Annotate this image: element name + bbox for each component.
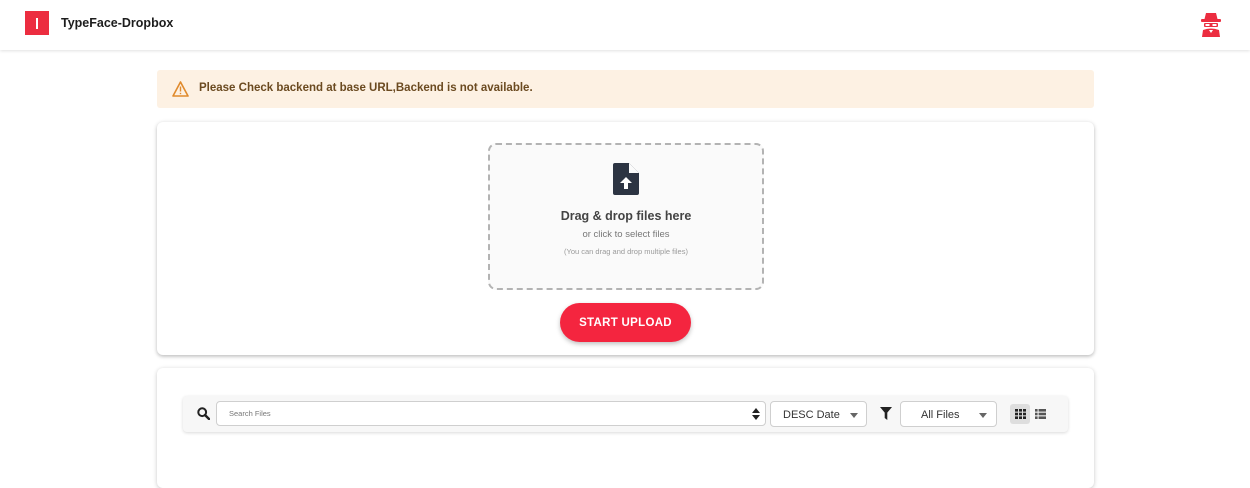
file-type-select-value: All Files xyxy=(921,409,960,421)
alert-message: Please Check backend at base URL,Backend… xyxy=(199,82,533,94)
files-card: DESC Date All Files xyxy=(157,368,1094,488)
file-dropzone[interactable]: Drag & drop files here or click to selec… xyxy=(488,143,764,290)
chevron-down-icon xyxy=(979,413,987,418)
logo-mark xyxy=(36,17,38,29)
dropzone-title: Drag & drop files here xyxy=(560,209,692,223)
grid-view-button[interactable] xyxy=(1010,404,1030,424)
sort-icon[interactable] xyxy=(752,408,760,420)
list-view-button[interactable] xyxy=(1030,404,1050,424)
start-upload-button[interactable]: START UPLOAD xyxy=(560,303,691,342)
sort-select[interactable]: DESC Date xyxy=(770,401,867,427)
file-upload-icon xyxy=(613,163,639,195)
dropzone-subtitle: or click to select files xyxy=(582,229,670,240)
view-mode-toggle xyxy=(1010,404,1056,424)
warning-triangle-icon xyxy=(172,81,189,97)
spy-avatar-icon[interactable] xyxy=(1198,11,1224,37)
upload-card: Drag & drop files here or click to selec… xyxy=(157,122,1094,355)
files-toolbar: DESC Date All Files xyxy=(183,396,1068,432)
list-view-icon xyxy=(1034,409,1046,419)
sort-select-value: DESC Date xyxy=(783,409,840,421)
file-type-select[interactable]: All Files xyxy=(900,401,997,427)
search-input[interactable] xyxy=(216,401,766,426)
brand-logo-icon[interactable] xyxy=(25,11,49,35)
search-icon xyxy=(197,407,210,420)
dropzone-hint: (You can drag and drop multiple files) xyxy=(564,247,688,256)
grid-view-icon xyxy=(1014,409,1026,419)
chevron-down-icon xyxy=(850,413,858,418)
filter-icon[interactable] xyxy=(880,407,892,420)
backend-warning-alert: Please Check backend at base URL,Backend… xyxy=(157,70,1094,108)
top-app-bar: TypeFace-Dropbox xyxy=(0,0,1250,50)
app-title: TypeFace-Dropbox xyxy=(61,16,174,30)
